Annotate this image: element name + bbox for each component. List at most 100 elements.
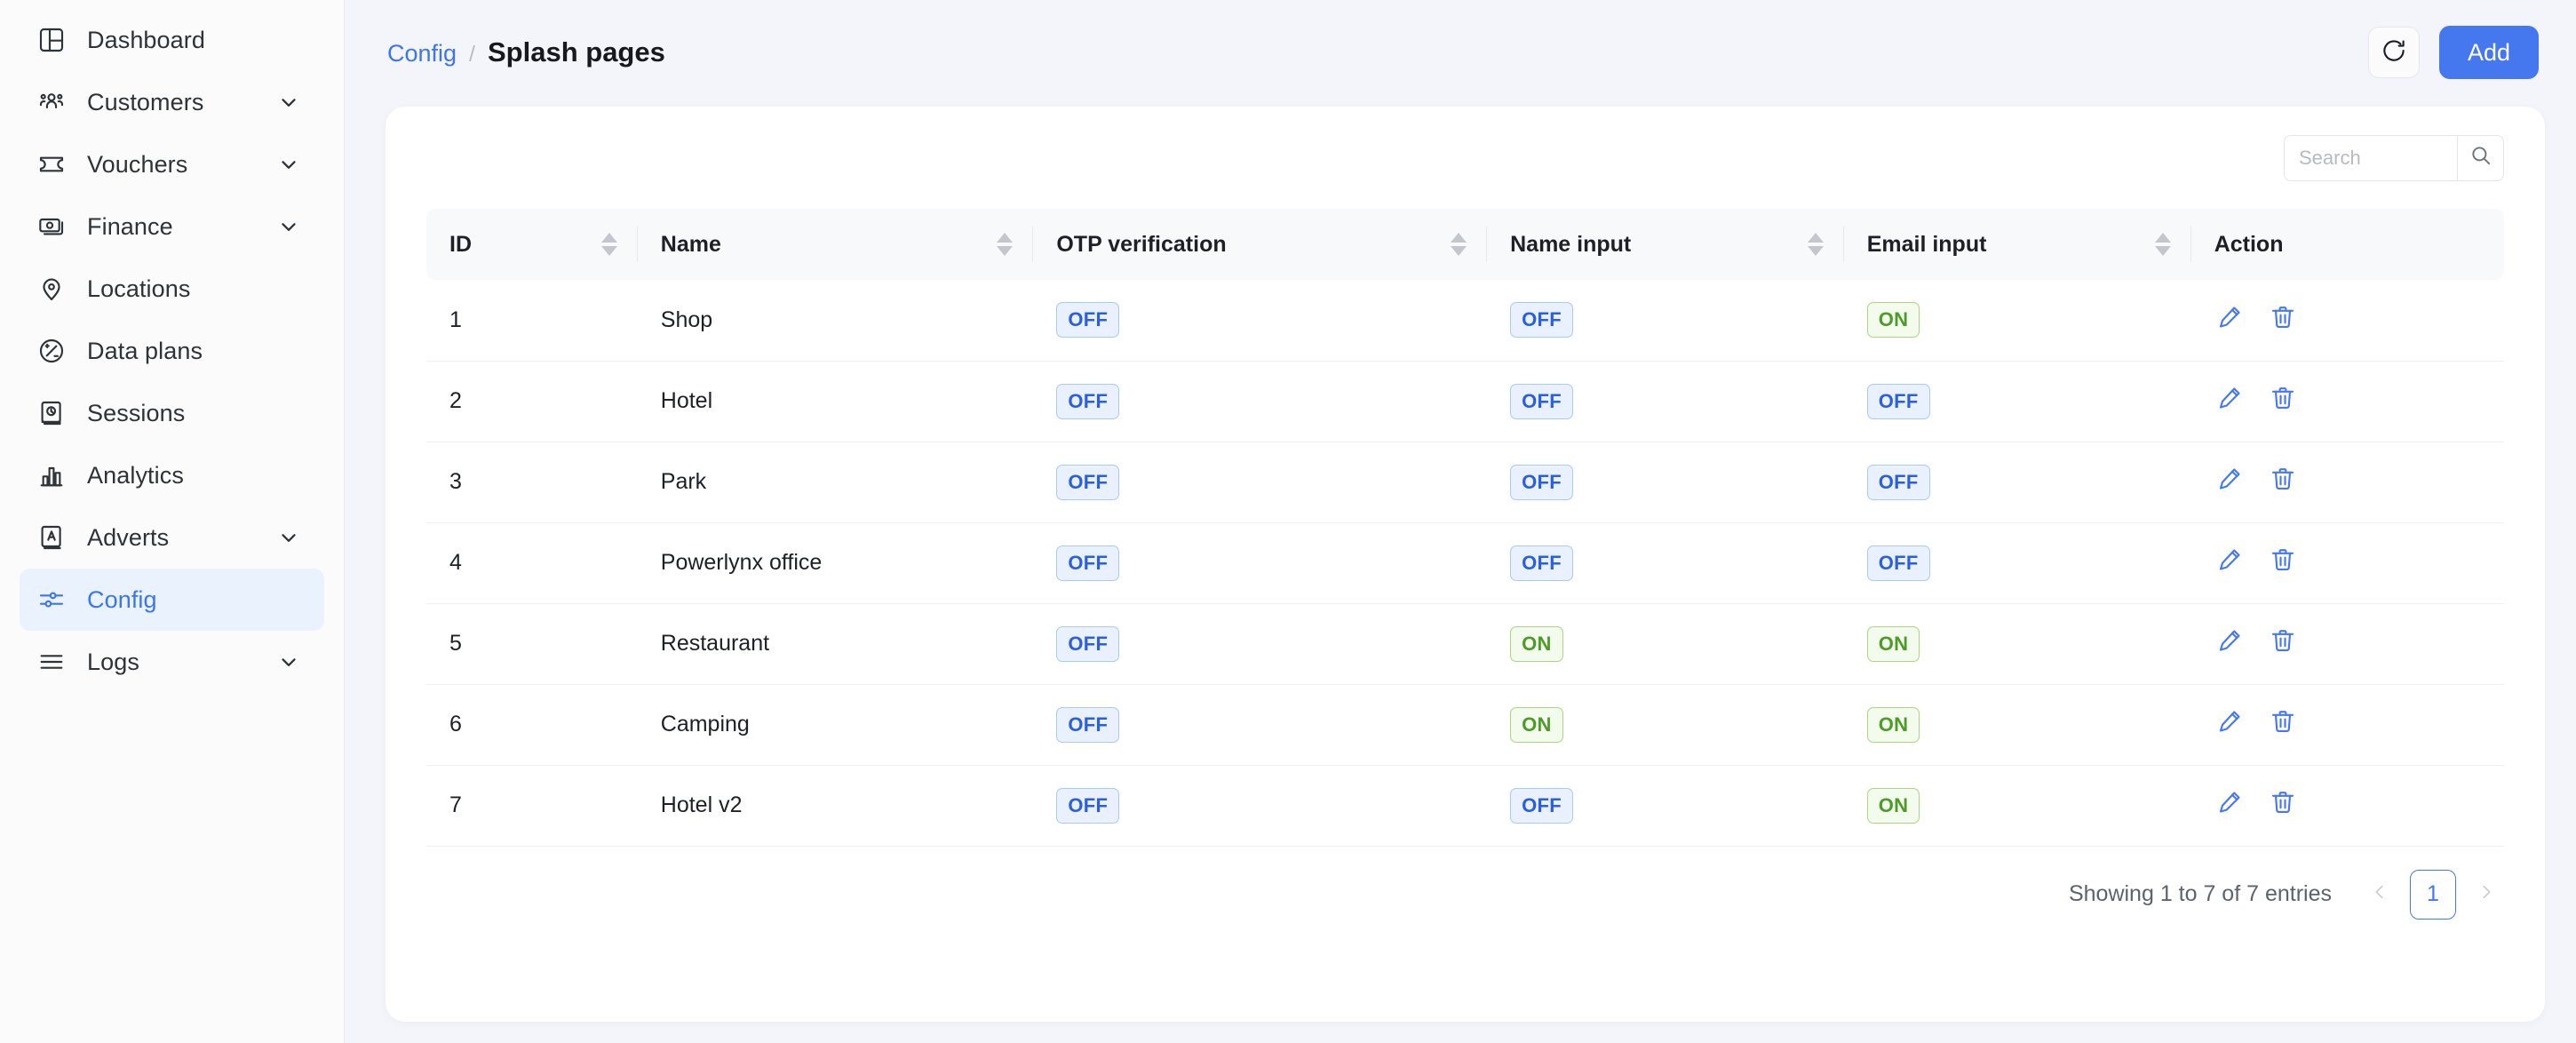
status-badge: OFF: [1866, 464, 1930, 500]
cell-name-input: ON: [1487, 684, 1844, 766]
delete-row-button[interactable]: [2268, 629, 2298, 659]
sidebar-item-dashboard[interactable]: Dashboard: [20, 9, 324, 71]
sidebar-item-adverts[interactable]: Adverts: [20, 506, 324, 569]
sidebar-item-logs[interactable]: Logs: [20, 631, 324, 693]
edit-row-button[interactable]: [2214, 305, 2245, 335]
pagination-page-1[interactable]: 1: [2410, 869, 2456, 920]
add-button[interactable]: Add: [2439, 26, 2539, 79]
delete-row-button[interactable]: [2268, 305, 2298, 335]
edit-row-button[interactable]: [2214, 710, 2245, 740]
sort-toggle-icon[interactable]: [996, 230, 1014, 259]
sidebar-item-vouchers[interactable]: Vouchers: [20, 133, 324, 195]
cell-name-input: OFF: [1487, 442, 1844, 523]
table-row: 6 Camping OFF ON ON: [426, 684, 2504, 766]
sidebar-item-config[interactable]: Config: [20, 569, 324, 631]
table-toolbar: [426, 107, 2504, 209]
status-badge: OFF: [1510, 787, 1574, 824]
column-header-otp-verification[interactable]: OTP verification: [1033, 209, 1488, 280]
status-badge: ON: [1866, 787, 1920, 824]
app-root: Dashboard Customers Vouchers Finance Locatio…: [0, 0, 2576, 1043]
cell-action: [2190, 765, 2504, 847]
chevron-down-icon[interactable]: [276, 214, 301, 239]
column-header-label: Name input: [1510, 231, 1632, 257]
cell-id: 7: [426, 765, 638, 847]
column-header-name-input[interactable]: Name input: [1487, 209, 1844, 280]
cell-name: Park: [637, 442, 1034, 523]
column-header-label: Action: [2214, 231, 2284, 257]
table-row: 1 Shop OFF OFF ON: [426, 280, 2504, 362]
column-header-name[interactable]: Name: [638, 209, 1034, 280]
sidebar: Dashboard Customers Vouchers Finance Locatio…: [0, 0, 345, 1043]
edit-row-button[interactable]: [2214, 791, 2245, 821]
sidebar-item-sessions[interactable]: Sessions: [20, 382, 324, 444]
cell-email-input: OFF: [1843, 522, 2191, 604]
edit-row-button[interactable]: [2214, 629, 2245, 659]
cell-name: Hotel v2: [637, 765, 1034, 847]
delete-row-button[interactable]: [2268, 710, 2298, 740]
cell-otp: OFF: [1033, 280, 1488, 362]
chevron-right-icon: [2477, 882, 2496, 906]
pagination-next-button[interactable]: [2469, 873, 2504, 916]
sidebar-item-label: Config: [87, 585, 157, 613]
trash-icon: [2270, 304, 2296, 337]
table-row: 4 Powerlynx office OFF OFF OFF: [426, 522, 2504, 604]
sessions-icon: [36, 397, 68, 429]
cell-id: 3: [426, 442, 638, 523]
sort-toggle-icon[interactable]: [2154, 230, 2172, 259]
pencil-icon: [2216, 627, 2243, 660]
sidebar-item-customers[interactable]: Customers: [20, 71, 324, 133]
sidebar-item-analytics[interactable]: Analytics: [20, 444, 324, 506]
splash-pages-card: ID Name OTP verification Name input Email in…: [386, 107, 2545, 1022]
status-badge: OFF: [1056, 464, 1120, 500]
column-header-email-input[interactable]: Email input: [1844, 209, 2191, 280]
table-row: 2 Hotel OFF OFF OFF: [426, 361, 2504, 442]
sidebar-item-data-plans[interactable]: Data plans: [20, 320, 324, 382]
status-badge: ON: [1510, 706, 1563, 743]
pencil-icon: [2216, 708, 2243, 741]
pagination-prev-button[interactable]: [2362, 873, 2397, 916]
search-input[interactable]: [2284, 134, 2458, 181]
chevron-down-icon[interactable]: [276, 525, 301, 550]
column-header-id[interactable]: ID: [426, 209, 638, 280]
sidebar-item-locations[interactable]: Locations: [20, 258, 324, 320]
sort-toggle-icon[interactable]: [600, 230, 618, 259]
sidebar-item-label: Analytics: [87, 461, 184, 489]
trash-icon: [2270, 466, 2296, 498]
cell-name: Shop: [637, 280, 1034, 362]
status-badge: OFF: [1866, 545, 1930, 581]
sort-toggle-icon[interactable]: [1450, 230, 1467, 259]
sort-toggle-icon[interactable]: [1807, 230, 1825, 259]
table-footer: Showing 1 to 7 of 7 entries 1: [426, 847, 2504, 943]
table-row: 7 Hotel v2 OFF OFF ON: [426, 765, 2504, 847]
search-icon: [2469, 144, 2493, 171]
breadcrumb-config-link[interactable]: Config: [387, 40, 457, 68]
refresh-button[interactable]: [2368, 27, 2420, 78]
status-badge: OFF: [1510, 383, 1574, 419]
pagination: 1: [2362, 869, 2504, 920]
delete-row-button[interactable]: [2268, 791, 2298, 821]
table-head: ID Name OTP verification Name input Email in…: [426, 209, 2504, 280]
sidebar-item-finance[interactable]: Finance: [20, 195, 324, 258]
page-title: Splash pages: [488, 36, 665, 68]
status-badge: ON: [1866, 706, 1920, 743]
entries-summary: Showing 1 to 7 of 7 entries: [2068, 881, 2332, 906]
delete-row-button[interactable]: [2268, 548, 2298, 578]
delete-row-button[interactable]: [2268, 467, 2298, 498]
edit-row-button[interactable]: [2214, 467, 2245, 498]
cell-email-input: ON: [1843, 280, 2191, 362]
cell-action: [2190, 280, 2504, 362]
column-header-label: ID: [449, 231, 472, 257]
chevron-down-icon[interactable]: [276, 90, 301, 115]
sidebar-item-label: Finance: [87, 212, 173, 240]
pencil-icon: [2216, 546, 2243, 579]
edit-row-button[interactable]: [2214, 548, 2245, 578]
chevron-down-icon[interactable]: [276, 649, 301, 674]
search-button[interactable]: [2458, 134, 2504, 181]
cell-email-input: OFF: [1843, 361, 2191, 442]
chevron-down-icon[interactable]: [276, 152, 301, 177]
cell-otp: OFF: [1033, 765, 1488, 847]
edit-row-button[interactable]: [2214, 386, 2245, 417]
sidebar-item-label: Vouchers: [87, 150, 188, 178]
pencil-icon: [2216, 385, 2243, 418]
delete-row-button[interactable]: [2268, 386, 2298, 417]
